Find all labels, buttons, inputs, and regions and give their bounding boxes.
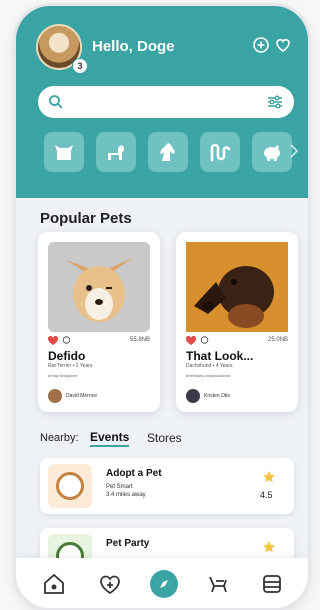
category-list (44, 132, 304, 172)
storage-icon[interactable] (260, 572, 284, 596)
event-card[interactable]: Adopt a Pet Pet Smart 3.4 miles away 4.5 (40, 458, 294, 514)
home-icon[interactable] (42, 572, 66, 596)
nearby-label: Nearby: (40, 432, 79, 444)
category-horse[interactable] (148, 132, 188, 172)
pet-subtitle: Dachshund • 4 Years (186, 363, 233, 369)
event-title: Pet Party (106, 538, 150, 549)
add-circle-icon[interactable] (252, 36, 270, 54)
pet-owner[interactable]: David Merrow (48, 389, 152, 403)
heart-icon[interactable] (48, 336, 58, 345)
owner-avatar (48, 389, 62, 403)
search-icon (49, 95, 63, 109)
filter-sliders-icon[interactable] (266, 94, 284, 110)
nearby-tabs: Nearby: Events Stores (40, 430, 290, 450)
category-pig[interactable] (252, 132, 292, 172)
pet-stats-row: 55.8NB (48, 336, 150, 346)
pet-owner[interactable]: Kristen Otis (186, 389, 290, 403)
search-bar[interactable] (38, 86, 294, 118)
star-icon (263, 471, 275, 483)
pet-photo (186, 242, 288, 332)
tab-stores[interactable]: Stores (147, 431, 182, 445)
snake-icon (210, 143, 231, 162)
tab-events[interactable]: Events (90, 430, 130, 447)
category-cat[interactable] (44, 132, 84, 172)
heart-outline-icon[interactable] (274, 36, 292, 54)
owner-name: Kristen Otis (204, 393, 230, 399)
event-title: Adopt a Pet (106, 468, 162, 479)
avatar-badge: 3 (72, 58, 88, 74)
comment-icon[interactable] (62, 336, 71, 345)
app-header: 3 Hello, Doge (16, 6, 308, 198)
pet-tags: #relay #doglover (48, 373, 78, 378)
pet-tags: #hellmany #doyouwanna (186, 373, 231, 378)
event-place: Pet Smart (106, 484, 133, 490)
category-snake[interactable] (200, 132, 240, 172)
popular-pets-title: Popular Pets (40, 210, 132, 227)
category-dog[interactable] (96, 132, 136, 172)
greeting-text: Hello, Doge (92, 38, 175, 55)
heart-icon[interactable] (186, 336, 196, 345)
comment-icon[interactable] (200, 336, 209, 345)
nav-explore-active[interactable] (150, 570, 178, 598)
event-thumbnail (48, 464, 92, 508)
pet-name: That Look... (186, 349, 254, 363)
dog-icon (108, 145, 124, 160)
phone-screen: 3 Hello, Doge Popular Pets 55.8NB Defido… (16, 6, 308, 608)
pet-stats-row: 25.0NB (186, 336, 288, 346)
chevron-right-icon[interactable] (290, 144, 298, 158)
pet-subtitle: Rat Terrier • 2 Years (48, 363, 93, 369)
event-rating: 4.5 (260, 490, 273, 500)
pet-stats-value: 25.0NB (267, 337, 288, 343)
pig-icon (264, 145, 280, 161)
compass-icon (160, 580, 168, 588)
owner-avatar (186, 389, 200, 403)
heart-plus-icon[interactable] (98, 572, 122, 596)
owner-name: David Merrow (66, 393, 97, 399)
pet-name: Defido (48, 349, 86, 363)
pet-stroller-icon[interactable] (206, 572, 230, 596)
pet-card[interactable]: 25.0NB That Look... Dachshund • 4 Years … (176, 232, 298, 412)
cat-icon (55, 145, 73, 160)
pet-photo (48, 242, 150, 332)
pet-card[interactable]: 55.8NB Defido Rat Terrier • 2 Years #rel… (38, 232, 160, 412)
star-icon (263, 541, 275, 553)
bottom-navigation (16, 558, 308, 608)
pet-stats-value: 55.8NB (129, 337, 150, 343)
horse-icon (160, 143, 175, 161)
event-distance: 3.4 miles away (106, 492, 146, 498)
